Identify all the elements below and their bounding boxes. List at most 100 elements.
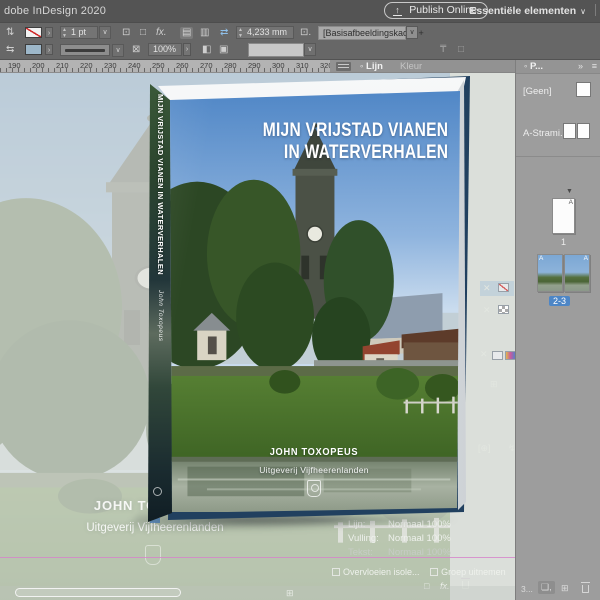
opacity-field[interactable]: 100% <box>148 43 182 56</box>
ghost-none-icon: ✕ <box>483 283 491 294</box>
ghost-checker-swatch <box>498 305 509 314</box>
horizontal-scrollbar[interactable]: ⊞ <box>0 586 515 600</box>
collapse-panel-icon[interactable]: » <box>578 61 583 71</box>
horizontal-ruler[interactable]: 190 200 210 220 230 240 250 260 270 280 … <box>0 60 330 73</box>
page-1-thumbnail[interactable]: A <box>552 198 575 234</box>
panel-menu-icon[interactable]: ≡ <box>592 61 597 71</box>
tab-kleur[interactable]: Kleur <box>400 61 422 72</box>
ruler-tick: 320 <box>320 61 330 70</box>
stroke-color-panel-header: ◦ Lijn Kleur <box>330 60 515 73</box>
cover-publisher: Uitgeverij Vijfheerenlanden <box>168 465 460 475</box>
transform-icon[interactable]: ⇅ <box>6 27 14 39</box>
effects-checkboxes: Overvloeien isole... Groep uitnemen <box>332 567 506 577</box>
ghost-none-swatch <box>498 283 509 292</box>
constrain-link-icon[interactable]: ⇄ <box>220 27 228 39</box>
fill-color-swatch[interactable] <box>25 44 42 55</box>
spread-view-icon[interactable]: ⊞ <box>286 588 294 599</box>
master-a-thumbnail-left[interactable] <box>563 123 576 139</box>
effects-row-text: Tekst: Normaal 100% <box>336 547 506 561</box>
textwrap-around-icon[interactable]: ▥ <box>200 27 209 39</box>
ruler-tick: 310 <box>296 61 309 70</box>
cover-typography: MIJN VRIJSTAD VIANEN IN WATERVERHALEN JO… <box>168 88 460 512</box>
master-none-thumbnail[interactable] <box>576 82 591 97</box>
stepper-arrows-icon[interactable]: ▲▼ <box>238 27 243 39</box>
object-style-dropdown[interactable]: ∨ <box>406 26 418 39</box>
frame-icon[interactable]: □ <box>140 27 146 39</box>
page-3-thumbnail[interactable]: A <box>564 254 590 292</box>
stroke-style-arrow[interactable]: ∨ <box>112 44 124 57</box>
scrollbar-thumb[interactable] <box>15 588 181 597</box>
gap-value-field[interactable]: ▲▼ 4,233 mm <box>236 26 294 39</box>
ruler-tick: 260 <box>176 61 189 70</box>
effects-row-fill: Vulling: Normaal 100% <box>336 533 506 547</box>
workspace-switcher[interactable]: Essentiële elementen∨ <box>469 5 586 17</box>
book-mockup[interactable]: MIJN VRIJSTAD VIANEN IN WATERVERHALEN Jo… <box>148 74 470 522</box>
fill-swatch-arrow[interactable]: › <box>45 44 53 55</box>
opacity-icon[interactable]: ⊠ <box>132 44 140 56</box>
opacity-arrow[interactable]: › <box>183 43 191 56</box>
frame-fitting-icon[interactable]: ⊡. <box>300 27 311 39</box>
delete-page-icon[interactable] <box>582 585 589 593</box>
spine-logo <box>153 487 162 496</box>
new-page-icon[interactable]: ⊞ <box>561 583 569 594</box>
master-letter: A <box>584 255 588 262</box>
textwrap-none-icon[interactable]: ▤ <box>180 27 193 39</box>
row2-misc-icon-1[interactable]: ₸ <box>440 44 446 56</box>
pages-panel-header: ◦ P... » ≡ <box>516 60 600 74</box>
panel-group-icon[interactable] <box>336 62 351 71</box>
master-a-thumbnail-right[interactable] <box>577 123 590 139</box>
preset-dropdown-arrow[interactable]: ∨ <box>304 43 316 56</box>
ruler-tick: 210 <box>56 61 69 70</box>
ruler-tick: 190 <box>8 61 21 70</box>
binding-arrow-icon: ▼ <box>566 188 573 195</box>
ruler-tick: 290 <box>248 61 261 70</box>
stroke-swatch-arrow[interactable]: › <box>45 27 53 38</box>
control-bar: ⇅ › ▲▼ 1 pt ∨ ⊡ □ fx. ▤ ▥ ⇄ ▲▼ 4,233 mm … <box>0 22 600 60</box>
tab-pages[interactable]: ◦ P... <box>524 61 543 72</box>
appbar-edge-icon <box>595 4 600 16</box>
stroke-color-swatch[interactable] <box>25 27 42 38</box>
stroke-style-dropdown[interactable] <box>60 44 110 56</box>
edit-page-size-icon[interactable]: ❏, <box>538 581 555 594</box>
ghost-swatch <box>492 351 503 360</box>
effects-fx-icon[interactable]: fx. <box>156 27 167 39</box>
flip-icon[interactable]: ⇆ <box>6 44 14 56</box>
master-letter: A <box>569 199 573 206</box>
upload-icon <box>393 6 403 16</box>
knockout-group-checkbox[interactable]: Groep uitnemen <box>430 567 506 577</box>
book-front-cover: MIJN VRIJSTAD VIANEN IN WATERVERHALEN JO… <box>148 74 470 522</box>
corner-options-icon[interactable]: ⊡ <box>122 27 130 39</box>
blend-effect-icon[interactable]: ◧ <box>202 44 211 56</box>
chevron-down-icon: ∨ <box>580 7 586 16</box>
tab-lijn[interactable]: ◦ Lijn <box>360 61 383 72</box>
stroke-weight-field[interactable]: ▲▼ 1 pt <box>60 26 98 39</box>
app-title-bar: dobe InDesign 2020 Publish Online Essent… <box>0 0 600 22</box>
master-a-item[interactable]: A-Strami... <box>523 128 568 139</box>
ruler-tick: 280 <box>224 61 237 70</box>
ghost-lightning-icon: ↯ <box>508 443 515 454</box>
background-cover-logo <box>145 545 161 565</box>
ruler-tick: 250 <box>152 61 165 70</box>
ruler-tick: 240 <box>128 61 141 70</box>
panel-divider <box>516 156 600 157</box>
ruler-tick: 230 <box>104 61 117 70</box>
publisher-logo <box>307 480 321 497</box>
page-1-label[interactable]: 1 <box>552 237 575 247</box>
preset-dropdown[interactable] <box>248 43 304 57</box>
spread-2-3-label[interactable]: 2-3 <box>549 296 570 306</box>
stroke-weight-dropdown[interactable]: ∨ <box>99 26 111 39</box>
ruler-tick: 200 <box>32 61 45 70</box>
object-style-field[interactable]: [Basisafbeeldingskader]+ <box>318 26 406 40</box>
pages-panel-footer: 3... ❏, ⊞ <box>516 581 600 597</box>
pages-count-status: 3... <box>521 584 533 594</box>
ruler-tick: 300 <box>272 61 285 70</box>
ghost-none-icon-2: ✕ <box>483 305 491 316</box>
master-none-item[interactable]: [Geen] <box>523 86 552 97</box>
page-2-thumbnail[interactable]: A <box>537 254 563 292</box>
stepper-arrows-icon[interactable]: ▲▼ <box>62 27 67 39</box>
ghost-gradient-swatch <box>505 351 515 360</box>
isolate-blending-checkbox[interactable]: Overvloeien isole... <box>332 567 420 577</box>
row2-misc-icon-2[interactable]: □ <box>458 44 464 56</box>
drop-shadow-icon[interactable]: ▣ <box>219 44 228 56</box>
ruler-tick: 220 <box>80 61 93 70</box>
